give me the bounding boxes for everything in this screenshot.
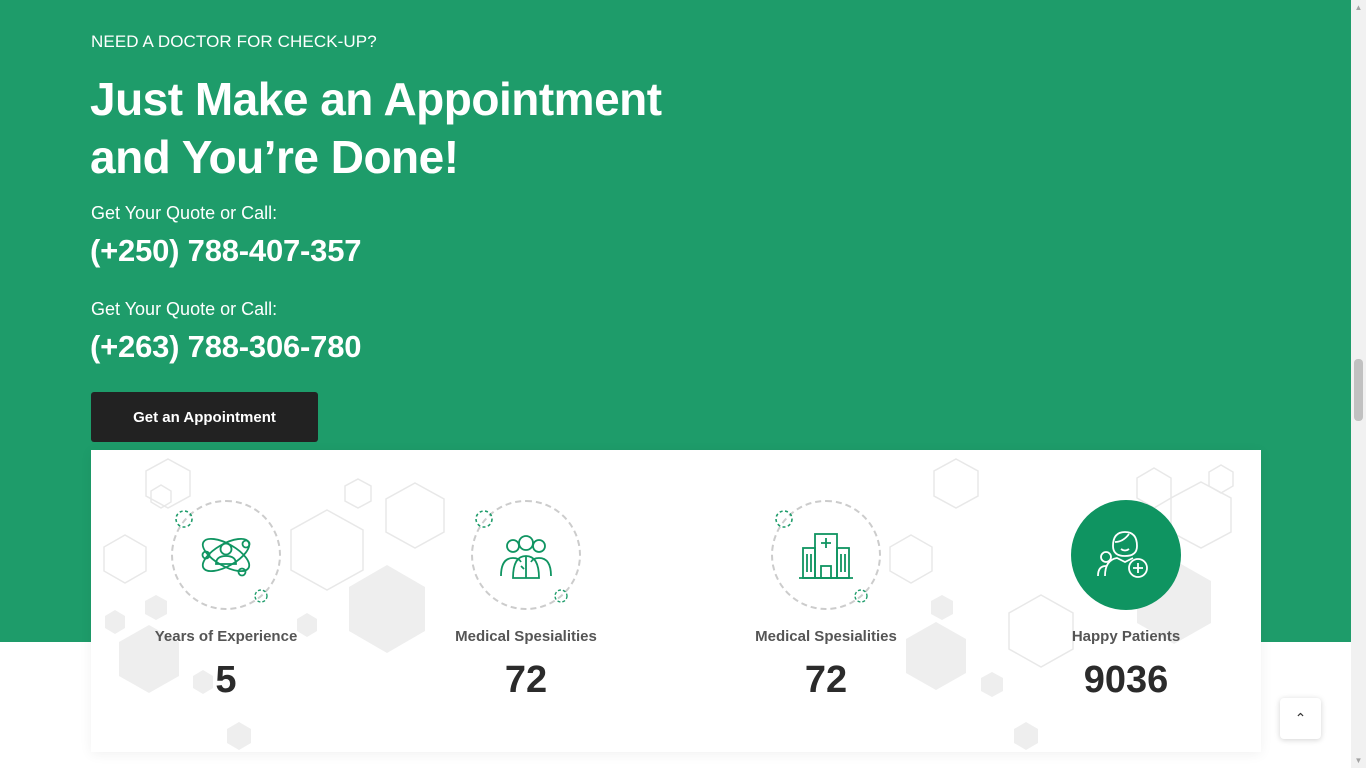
stat-value: 5	[215, 659, 237, 701]
medical-team-icon	[500, 535, 552, 579]
contact-label-2: Get Your Quote or Call:	[91, 299, 278, 319]
stat-years-experience: Years of Experience 5	[91, 500, 361, 702]
stat-icon-circle	[171, 500, 281, 610]
stat-label: Years of Experience	[154, 628, 298, 645]
stat-label: Medical Spesialities	[755, 628, 897, 645]
scroll-up-arrow-icon[interactable]: ▲	[1351, 0, 1366, 15]
stat-happy-patients: Happy Patients 9036	[991, 500, 1261, 702]
atom-doctor-icon	[201, 537, 251, 577]
page: NEED A DOCTOR FOR CHECK-UP? Just Make an…	[0, 0, 1351, 768]
phone-link-1[interactable]: (+250) 788-407-357	[90, 233, 362, 269]
dashed-ring-decoration	[854, 589, 868, 603]
dashed-ring-decoration	[254, 589, 268, 603]
stat-icon-circle	[471, 500, 581, 610]
stat-value: 9036	[1083, 659, 1169, 701]
stat-value: 72	[504, 659, 548, 701]
scrollbar-thumb[interactable]	[1354, 359, 1363, 421]
stat-medical-specialities: Medical Spesialities 72	[391, 500, 661, 702]
hospital-building-icon	[799, 533, 853, 579]
vertical-scrollbar[interactable]: ▲ ▼	[1351, 0, 1366, 768]
contact-label-1: Get Your Quote or Call:	[91, 203, 278, 223]
stat-label: Happy Patients	[1071, 628, 1181, 645]
stat-medical-specialities-2: Medical Spesialities 72	[691, 500, 961, 702]
stat-icon-circle	[1071, 500, 1181, 610]
phone-link-2[interactable]: (+263) 788-306-780	[90, 329, 362, 365]
stat-value: 72	[804, 659, 848, 701]
hero-headline: Just Make an Appointment and You’re Done…	[90, 70, 730, 186]
stat-label: Medical Spesialities	[455, 628, 597, 645]
get-appointment-button[interactable]: Get an Appointment	[91, 392, 318, 442]
stat-icon-circle	[771, 500, 881, 610]
headline-line-1: Just Make an Appointment	[90, 73, 662, 125]
headline-line-2: and You’re Done!	[90, 131, 459, 183]
chevron-up-icon: ⌃	[1294, 710, 1307, 726]
dashed-ring-decoration	[175, 510, 193, 528]
dashed-ring-decoration	[554, 589, 568, 603]
hero-eyebrow: NEED A DOCTOR FOR CHECK-UP?	[91, 32, 377, 51]
dashed-ring-decoration	[775, 510, 793, 528]
scroll-down-arrow-icon[interactable]: ▼	[1351, 753, 1366, 768]
dashed-ring-decoration	[475, 510, 493, 528]
back-to-top-button[interactable]: ⌃	[1280, 698, 1321, 739]
stats-card: Years of Experience 5 Medical Spesialiti…	[91, 450, 1261, 752]
happy-patient-icon	[1097, 531, 1148, 578]
